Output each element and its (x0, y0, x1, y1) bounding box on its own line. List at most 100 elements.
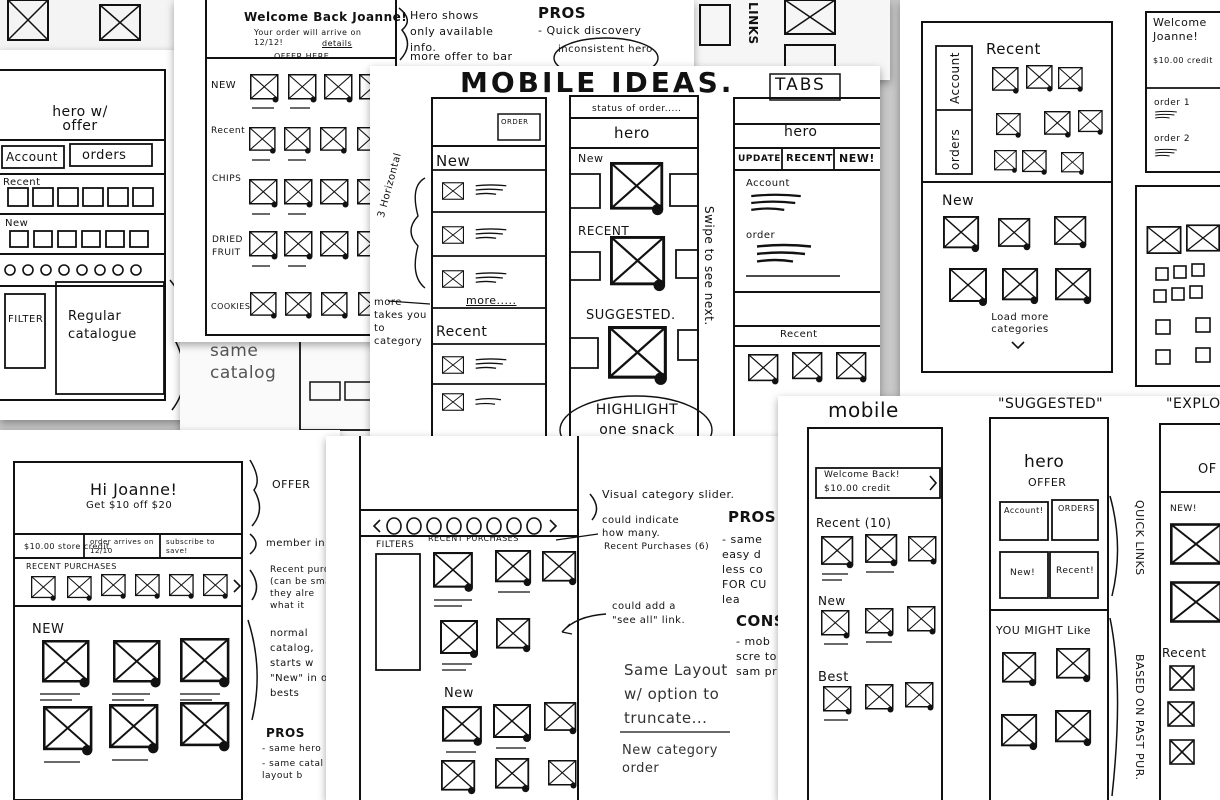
note-see-all: could add a "see all" link. (612, 601, 686, 626)
quick-links-note: QUICK LINKS (1133, 500, 1146, 576)
new-heading: New (942, 193, 975, 209)
pros-inconsistent-hero: inconsistent hero (558, 44, 653, 55)
phone2-recent-label: RECENT (578, 224, 630, 238)
welcome-back-banner: Welcome Back! (824, 470, 900, 480)
new-row-label: New (5, 218, 29, 229)
note-recent-count: Recent Purchases (6) (604, 542, 710, 552)
tab-account: Account (6, 150, 58, 164)
row-label-new: NEW (211, 80, 237, 91)
highlight-snack-note: HIGHLIGHT one snack (595, 402, 679, 438)
row-label-dried-fruit: DRIED FRUIT (212, 235, 243, 258)
order-box-label: ORDER (501, 118, 529, 126)
row-label-cookies: COOKIES (211, 302, 251, 311)
note-member: member in (266, 538, 326, 549)
tab-update[interactable]: UPDATE (738, 154, 781, 164)
phone1-recent-label: Recent (436, 324, 488, 340)
new-label: New (444, 686, 474, 701)
mobile-ideas-title: MOBILE IDEAS. (460, 66, 735, 99)
links-label: LINKS (746, 2, 760, 45)
row-label-recent: Recent (211, 126, 246, 136)
mobile-heading: mobile (828, 398, 899, 422)
phone3-hero-label: hero (784, 124, 818, 140)
credit-banner: $10.00 credit (824, 484, 891, 494)
note-more-takes-you: more takes you to category (374, 297, 427, 347)
pros-text-bc: - same easy d less co FOR CU lea (722, 533, 767, 606)
recent-10-label: Recent (10) (816, 516, 892, 530)
sidebar-orders-tab[interactable]: orders (948, 129, 962, 170)
pros-same-hero: - same hero (262, 744, 322, 754)
note-offer: OFFER (272, 478, 311, 491)
tab-new[interactable]: NEW! (839, 152, 875, 165)
hero-offer-label: hero w/ offer (52, 104, 108, 134)
offer-label: OFFER (1028, 476, 1067, 489)
best-label: Best (818, 670, 849, 685)
load-more-link[interactable]: Load more categories (978, 312, 1062, 336)
new-label: New (818, 594, 846, 608)
suggested-heading: "SUGGESTED" (998, 396, 1104, 412)
sheet-hi-joanne: Hi Joanne! Get $10 off $20 $10.00 store … (0, 430, 340, 800)
welcome-heading: Welcome Back Joanne! (244, 10, 408, 24)
credit-amount: $10.00 credit (1153, 56, 1213, 65)
pros-heading-bl: PROS (266, 726, 305, 740)
based-on-past-note: BASED ON PAST PUR. (1133, 654, 1146, 781)
order-arrives: order arrives on 12/10 (90, 538, 154, 555)
pros-quick-discovery: - Quick discovery (538, 24, 642, 37)
recent-purchases-label: RECENT PURCHASES (26, 562, 117, 571)
sheet-same-catalog: same catalog (180, 330, 380, 440)
row-label-chips: CHIPS (212, 174, 242, 184)
regular-catalog-label: Regular catalogue (68, 309, 137, 342)
recent-purchases-label: RECENT PURCHASES (428, 534, 519, 543)
sheet-hero-offer: hero w/ offer Account orders Recent New … (0, 50, 200, 420)
hero-note: Hero shows only available info. (410, 9, 494, 54)
recent-row-label: Recent (3, 177, 41, 188)
swipe-note: Swipe to see next. (702, 206, 716, 326)
sheet-account-sidebar: Recent Account orders New Load more cate… (900, 0, 1220, 396)
orders-quick-link[interactable]: ORDERS (1058, 504, 1095, 513)
filters-label[interactable]: FILTERS (376, 540, 414, 550)
explore-heading: "EXPLO (1166, 396, 1220, 412)
phone2-hero-label: hero (614, 124, 650, 142)
pros-heading: PROS (538, 4, 587, 22)
note-visual-slider: Visual category slider. (602, 488, 735, 501)
hero-label: hero (1024, 452, 1065, 472)
sheet-suggested-explore: mobile "SUGGESTED" "EXPLO Welcome Back! … (778, 396, 1220, 800)
order-2-label: order 2 (1154, 134, 1191, 144)
phone1-more-link[interactable]: more..... (466, 294, 516, 307)
tabs-title: TABS (775, 75, 826, 95)
note-new-category: New category order (622, 743, 718, 776)
offer-line: Get $10 off $20 (86, 500, 173, 511)
order-details-link[interactable]: details (322, 39, 352, 48)
explore-offer-partial: OF (1198, 462, 1217, 477)
new-label: NEW (32, 622, 65, 637)
tab-recent[interactable]: RECENT (786, 153, 833, 164)
sidebar-account-tab[interactable]: Account (948, 52, 962, 104)
hi-joanne-heading: Hi Joanne! (90, 480, 178, 499)
status-of-order-label: status of order..... (592, 104, 682, 114)
phone3-order-label: order (746, 230, 776, 241)
tab-orders: orders (82, 148, 127, 163)
phone1-new-label: New (436, 152, 471, 170)
phone2-new-label: New (578, 152, 604, 165)
order-1-label: order 1 (1154, 98, 1191, 108)
pros-heading-bc: PROS (728, 508, 777, 526)
phone2-suggested-label: SUGGESTED. (586, 308, 676, 323)
explore-new-partial: NEW! (1170, 504, 1197, 514)
recent-heading: Recent (986, 40, 1041, 58)
phone3-recent-label: Recent (780, 329, 818, 340)
offer-here-label: OFFER HERE (274, 52, 330, 61)
cons-text-bc: - mob scre to sam pr (736, 635, 778, 678)
new-badge[interactable]: New! (1010, 568, 1035, 578)
more-offer-note: more offer to bar (410, 50, 513, 63)
subscribe-link[interactable]: subscribe to save! (166, 538, 236, 556)
pros-same-catalog: - same catal layout b (262, 759, 324, 781)
phone3-account-label: Account (746, 178, 790, 189)
explore-recent-partial: Recent (1162, 646, 1207, 660)
welcome-joanne: Welcome Joanne! (1153, 16, 1207, 43)
you-might-like-label: YOU MIGHT Like (996, 624, 1091, 637)
recent-badge[interactable]: Recent! (1056, 566, 1094, 576)
sheet-filters-catalog: FILTERS RECENT PURCHASES New Visual cate… (326, 436, 786, 800)
account-quick-link[interactable]: Account! (1004, 506, 1044, 515)
note-indicate-how-many: could indicate how many. (602, 515, 680, 539)
filter-label: FILTER (8, 314, 44, 325)
note-same-layout: Same Layout w/ option to truncate... (624, 661, 728, 727)
